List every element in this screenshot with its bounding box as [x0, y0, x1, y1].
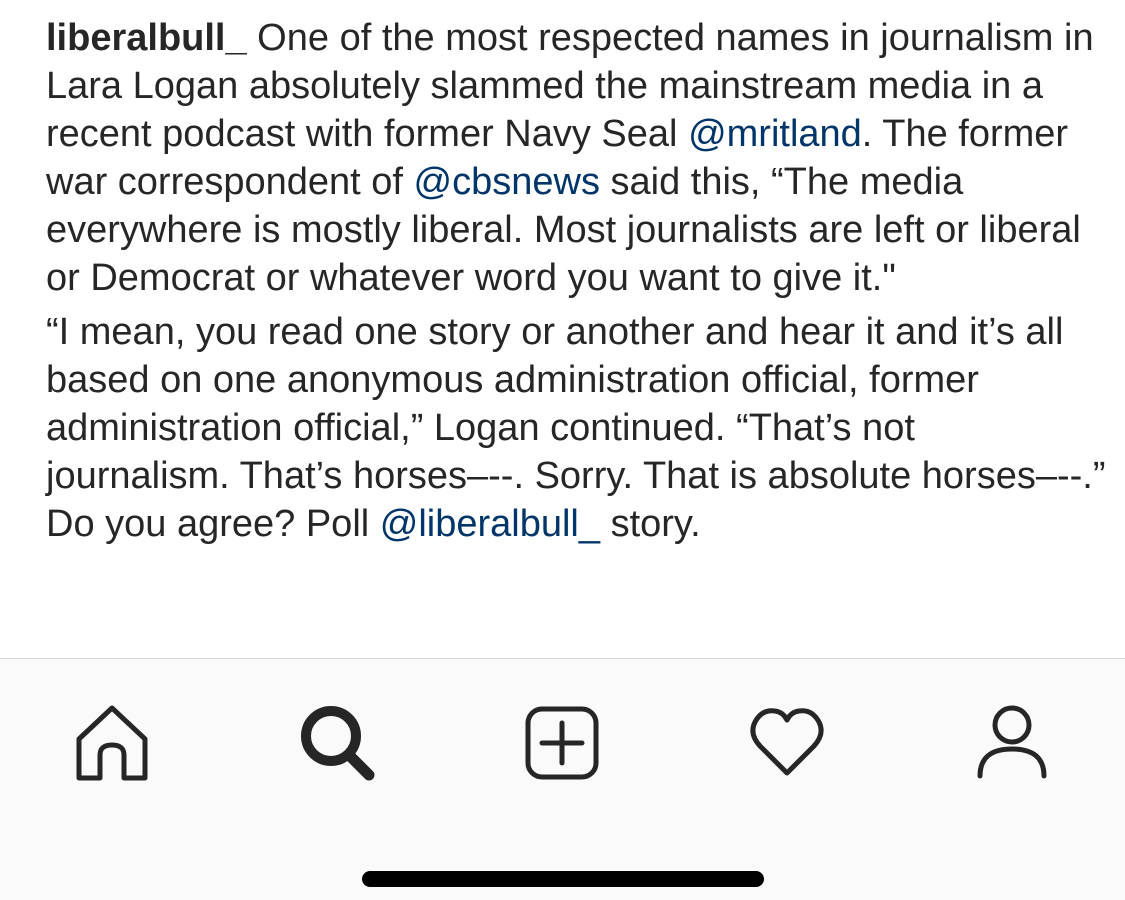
home-indicator[interactable]: [362, 871, 764, 887]
tab-profile[interactable]: [972, 703, 1052, 783]
mention-link-liberalbull[interactable]: @liberalbull_: [380, 503, 600, 545]
caption-paragraph-2: “I mean, you read one story or another a…: [46, 308, 1106, 548]
tab-add-post[interactable]: [522, 703, 602, 783]
post-caption: liberalbull_ One of the most respected n…: [46, 14, 1106, 548]
profile-icon: [977, 705, 1047, 779]
caption-paragraph-1: liberalbull_ One of the most respected n…: [46, 14, 1106, 302]
username-link[interactable]: liberalbull_: [46, 17, 247, 59]
tab-search[interactable]: [297, 703, 377, 783]
home-icon: [76, 705, 148, 781]
mention-link-mritland[interactable]: @mritland: [688, 113, 862, 155]
mention-link-cbsnews[interactable]: @cbsnews: [414, 161, 600, 203]
bottom-tab-bar: [0, 658, 1125, 900]
search-icon: [301, 706, 375, 781]
tab-activity[interactable]: [747, 703, 827, 783]
caption-text: story.: [600, 503, 701, 545]
add-post-icon: [525, 706, 599, 780]
heart-icon: [750, 708, 824, 776]
tab-home[interactable]: [72, 703, 152, 783]
